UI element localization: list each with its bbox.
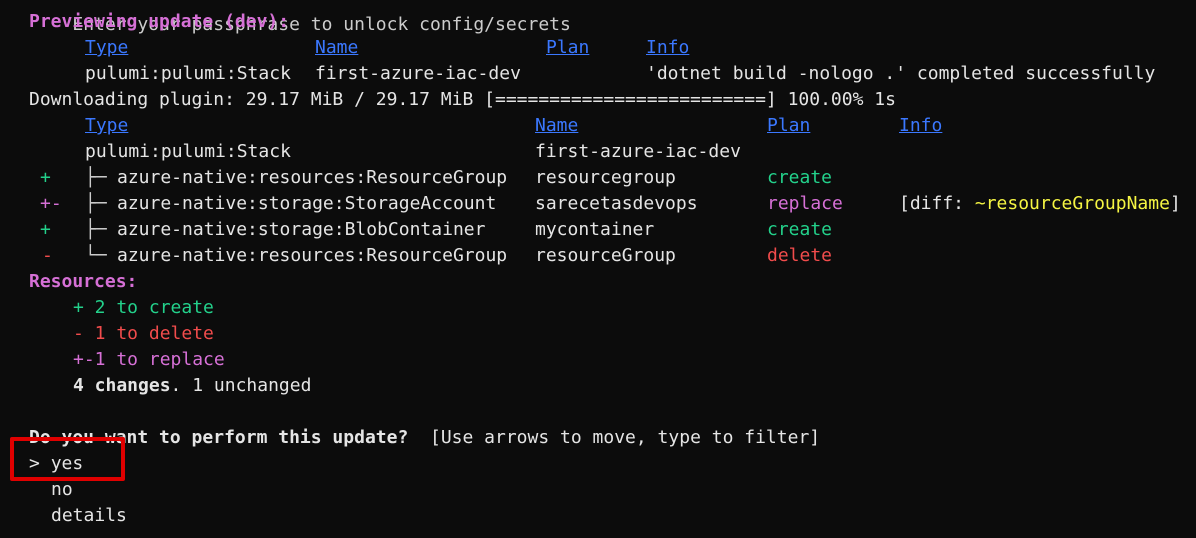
terminal-window[interactable]: Enter your passphrase to unlock config/s… <box>0 0 1196 538</box>
changes-unchanged: . 1 unchanged <box>170 375 312 396</box>
tree-branch-icon: ├─ <box>85 219 107 240</box>
tree-branch-icon: ├─ <box>85 167 107 188</box>
row-plan-replace: replace <box>767 193 843 214</box>
tree-end-icon: └─ <box>85 245 107 266</box>
row-info-diff: [diff: ~resourceGroupName] <box>899 191 1181 217</box>
row-type: azure-native:storage:BlobContainer <box>117 219 486 240</box>
table1-header-name: Name <box>315 37 359 58</box>
row-name: mycontainer <box>535 219 655 240</box>
confirm-prompt: Do you want to perform this update? [Use… <box>29 425 820 451</box>
row-name: resourcegroup <box>535 167 676 188</box>
table2-header-name: Name <box>535 115 579 136</box>
row-op-create: + <box>40 167 51 188</box>
table1-header-info: Info <box>646 37 690 58</box>
row-op-create: + <box>40 219 51 240</box>
row-plan-create: create <box>767 219 833 240</box>
row-name: sarecetasdevops <box>535 193 698 214</box>
table1-header-type: Type <box>85 37 129 58</box>
summary-delete: - 1 to delete <box>73 323 214 344</box>
row-plan-create: create <box>767 167 833 188</box>
changes-count: 4 changes <box>73 375 171 396</box>
diff-suffix: ] <box>1169 193 1181 214</box>
row-name: resourceGroup <box>535 245 676 266</box>
row-type: azure-native:storage:StorageAccount <box>117 193 497 214</box>
summary-create: + 2 to create <box>73 297 214 318</box>
table2-header-info: Info <box>899 115 943 136</box>
row-type: azure-native:resources:ResourceGroup <box>117 167 508 188</box>
diff-prefix: [diff: <box>899 193 975 214</box>
table2-header-plan: Plan <box>767 115 811 136</box>
row-type: azure-native:resources:ResourceGroup <box>117 245 508 266</box>
row-op-delete: - <box>42 245 53 266</box>
preview-header: Previewing update (dev): <box>29 11 290 32</box>
summary-replace: +-1 to replace <box>73 349 225 370</box>
download-progress-line: Downloading plugin: 29.17 MiB / 29.17 Mi… <box>29 89 896 110</box>
tree-branch-icon: ├─ <box>85 193 107 214</box>
row-plan-delete: delete <box>767 245 833 266</box>
annotation-highlight-box <box>10 437 125 481</box>
table1-row-info: 'dotnet build -nologo .' completed succe… <box>646 63 1156 84</box>
table2-stack-type: pulumi:pulumi:Stack <box>85 141 291 162</box>
row-op-replace: +- <box>40 193 62 214</box>
summary-changes: 4 changes. 1 unchanged <box>73 373 311 399</box>
table1-row-type: pulumi:pulumi:Stack <box>85 63 291 84</box>
diff-value: ~resourceGroupName <box>974 193 1170 214</box>
option-details[interactable]: details <box>51 503 127 529</box>
table2-header-type: Type <box>85 115 129 136</box>
prompt-hint: [Use arrows to move, type to filter] <box>429 427 821 448</box>
resources-label: Resources: <box>29 271 138 292</box>
table1-header-plan: Plan <box>546 37 590 58</box>
table1-row-name: first-azure-iac-dev <box>315 63 521 84</box>
table2-stack-name: first-azure-iac-dev <box>535 141 741 162</box>
